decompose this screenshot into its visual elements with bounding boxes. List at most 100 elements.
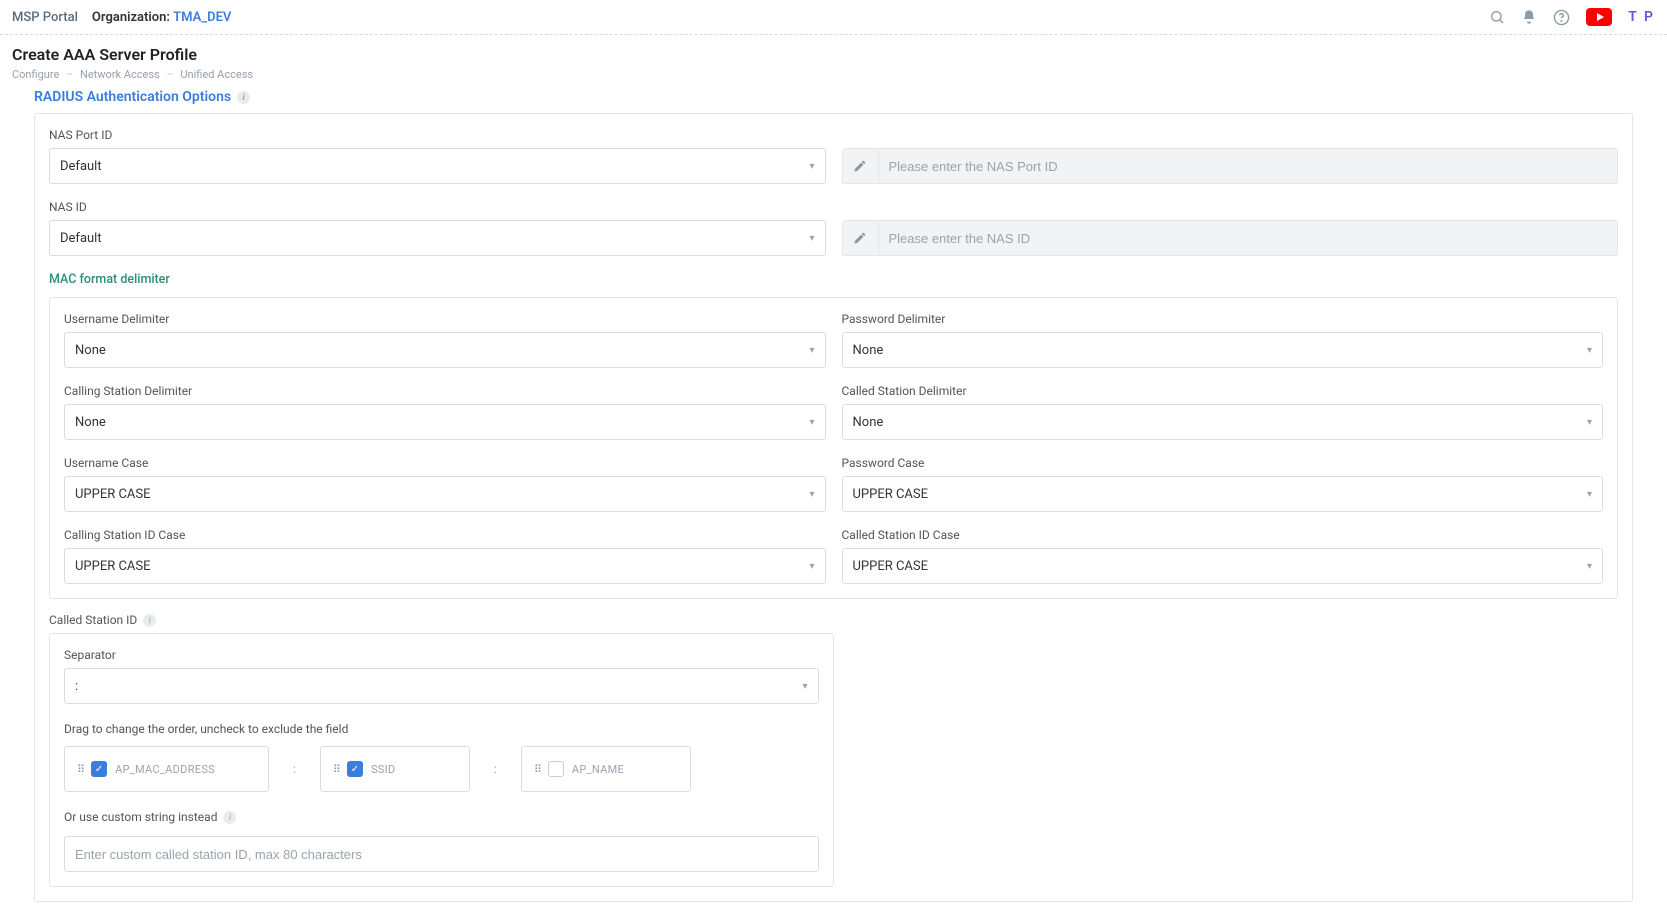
called-station-label-row: Called Station ID i [49, 613, 834, 627]
chevron-down-icon: ▾ [809, 345, 814, 356]
mac-format-panel: Username Delimiter None ▾ Password Delim… [49, 297, 1618, 599]
drag-card-ssid[interactable]: ⠿ ✓ SSID [320, 746, 470, 792]
password-case-label: Password Case [842, 456, 1604, 470]
bell-icon[interactable] [1521, 9, 1537, 25]
called-case-select[interactable]: UPPER CASE ▾ [842, 548, 1604, 584]
chevron-down-icon: ▾ [1587, 489, 1592, 500]
ci-username-case: Username Case UPPER CASE ▾ [64, 456, 826, 512]
drag-note: Drag to change the order, uncheck to exc… [64, 722, 819, 736]
crumb-sep: – [166, 68, 173, 81]
pencil-icon[interactable] [843, 221, 879, 255]
chevron-down-icon: ▾ [809, 161, 814, 172]
separator-value: : [75, 679, 78, 694]
checkbox-ssid[interactable]: ✓ [347, 761, 363, 777]
drag-card-ap-mac[interactable]: ⠿ ✓ AP_MAC_ADDRESS [64, 746, 269, 792]
custom-string-input[interactable] [64, 836, 819, 872]
custom-label-row: Or use custom string instead i [64, 810, 819, 824]
info-icon[interactable]: i [237, 91, 250, 104]
section-radius-auth: RADIUS Authentication Options i NAS Port… [0, 89, 1667, 912]
row-case-1: Username Case UPPER CASE ▾ Password Case… [64, 456, 1603, 512]
calling-delim-select[interactable]: None ▾ [64, 404, 826, 440]
called-case-label: Called Station ID Case [842, 528, 1604, 542]
topbar-left: MSP Portal Organization: TMA_DEV [12, 10, 231, 25]
col-nas-port-input [842, 148, 1619, 184]
checkbox-ap-name[interactable] [548, 761, 564, 777]
chevron-down-icon: ▾ [809, 489, 814, 500]
row-nas-port: NAS Port ID Default ▾ [49, 128, 1618, 184]
username-delim-label: Username Delimiter [64, 312, 826, 326]
called-case-value: UPPER CASE [853, 559, 929, 574]
col-nas-port-select: NAS Port ID Default ▾ [49, 128, 826, 184]
nas-id-select[interactable]: Default ▾ [49, 220, 826, 256]
nas-port-select[interactable]: Default ▾ [49, 148, 826, 184]
crumb-network-access[interactable]: Network Access [80, 68, 160, 81]
chevron-down-icon: ▾ [1587, 345, 1592, 356]
password-delim-value: None [853, 343, 884, 358]
calling-case-label: Calling Station ID Case [64, 528, 826, 542]
nas-port-input[interactable] [879, 151, 1618, 182]
username-case-select[interactable]: UPPER CASE ▾ [64, 476, 826, 512]
nas-id-input[interactable] [879, 223, 1618, 254]
username-case-value: UPPER CASE [75, 487, 151, 502]
calling-case-select[interactable]: UPPER CASE ▾ [64, 548, 826, 584]
youtube-icon[interactable] [1586, 8, 1612, 26]
ci-called-delim: Called Station Delimiter None ▾ [842, 384, 1604, 440]
col-nas-id-select: NAS ID Default ▾ [49, 200, 826, 256]
org-value[interactable]: TMA_DEV [173, 10, 231, 25]
nas-id-label: NAS ID [49, 200, 826, 214]
info-icon[interactable]: i [143, 614, 156, 627]
pencil-icon[interactable] [843, 149, 879, 183]
section-title: RADIUS Authentication Options i [34, 89, 1633, 105]
drag-separator: : [293, 762, 296, 776]
password-case-value: UPPER CASE [853, 487, 929, 502]
grip-icon[interactable]: ⠿ [77, 763, 83, 776]
page-title: Create AAA Server Profile [12, 45, 1655, 64]
ci-password-case: Password Case UPPER CASE ▾ [842, 456, 1604, 512]
info-icon[interactable]: i [223, 811, 236, 824]
mac-format-subheading: MAC format delimiter [49, 272, 1618, 287]
called-delim-select[interactable]: None ▾ [842, 404, 1604, 440]
avatar[interactable]: T P [1628, 9, 1655, 25]
called-station-label: Called Station ID [49, 613, 137, 627]
grip-icon[interactable]: ⠿ [333, 763, 339, 776]
username-delim-value: None [75, 343, 106, 358]
col-nas-id-input [842, 220, 1619, 256]
username-case-label: Username Case [64, 456, 826, 470]
drag-label-ap-mac: AP_MAC_ADDRESS [115, 763, 215, 776]
chevron-down-icon: ▾ [1587, 561, 1592, 572]
msp-portal-label[interactable]: MSP Portal [12, 10, 78, 25]
row-delimiter-2: Calling Station Delimiter None ▾ Called … [64, 384, 1603, 440]
row-nas-id: NAS ID Default ▾ [49, 200, 1618, 256]
ci-called-case: Called Station ID Case UPPER CASE ▾ [842, 528, 1604, 584]
crumb-configure[interactable]: Configure [12, 68, 59, 81]
ci-calling-delim: Calling Station Delimiter None ▾ [64, 384, 826, 440]
grip-icon[interactable]: ⠿ [534, 763, 540, 776]
crumb-unified-access[interactable]: Unified Access [180, 68, 253, 81]
drag-label-ap-name: AP_NAME [572, 763, 624, 776]
called-station-panel: Separator : ▾ Drag to change the order, … [49, 633, 834, 887]
calling-delim-value: None [75, 415, 106, 430]
help-icon[interactable] [1553, 9, 1570, 26]
nas-id-input-wrap [842, 220, 1619, 256]
nas-port-label: NAS Port ID [49, 128, 826, 142]
calling-case-value: UPPER CASE [75, 559, 151, 574]
password-delim-select[interactable]: None ▾ [842, 332, 1604, 368]
chevron-down-icon: ▾ [802, 681, 807, 692]
topbar: MSP Portal Organization: TMA_DEV T P [0, 0, 1667, 35]
separator-select[interactable]: : ▾ [64, 668, 819, 704]
drag-label-ssid: SSID [371, 763, 395, 776]
row-delimiter-1: Username Delimiter None ▾ Password Delim… [64, 312, 1603, 368]
breadcrumb: Configure – Network Access – Unified Acc… [12, 68, 1655, 81]
chevron-down-icon: ▾ [1587, 417, 1592, 428]
drag-card-ap-name[interactable]: ⠿ AP_NAME [521, 746, 691, 792]
password-case-select[interactable]: UPPER CASE ▾ [842, 476, 1604, 512]
crumb-sep: – [66, 68, 73, 81]
username-delim-select[interactable]: None ▾ [64, 332, 826, 368]
checkbox-ap-mac[interactable]: ✓ [91, 761, 107, 777]
ci-calling-case: Calling Station ID Case UPPER CASE ▾ [64, 528, 826, 584]
separator-label: Separator [64, 648, 819, 662]
called-delim-label: Called Station Delimiter [842, 384, 1604, 398]
custom-label: Or use custom string instead [64, 810, 217, 824]
panel-main: NAS Port ID Default ▾ NAS ID [34, 113, 1633, 902]
search-icon[interactable] [1489, 9, 1505, 25]
